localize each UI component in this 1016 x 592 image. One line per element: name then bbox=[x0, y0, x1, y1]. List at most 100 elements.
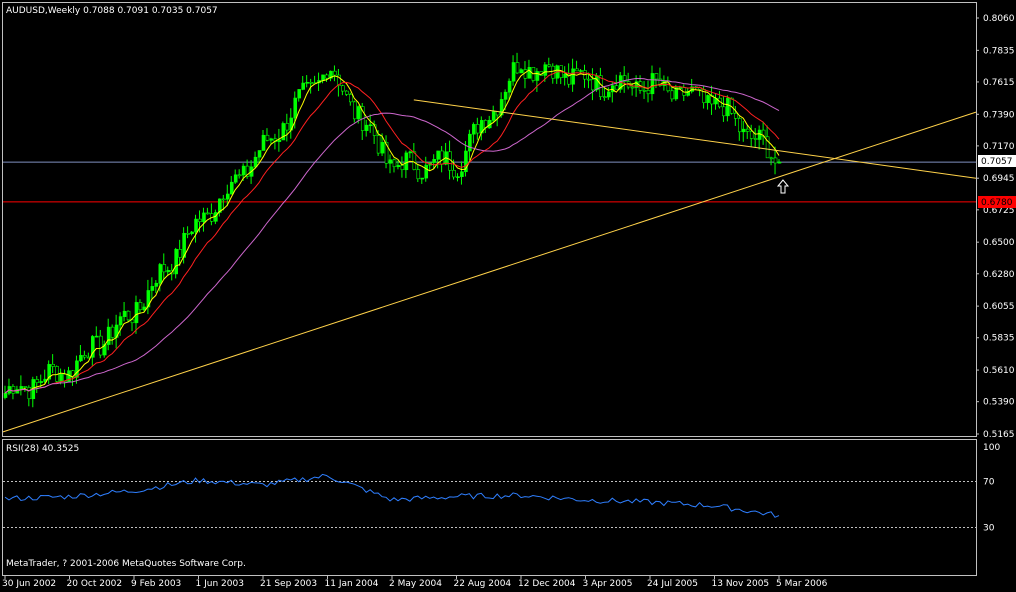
candle-body bbox=[356, 106, 361, 120]
x-tick-label: 1 Jun 2003 bbox=[196, 579, 244, 588]
moving-averages bbox=[4, 69, 780, 394]
x-tick-label: 13 Nov 2005 bbox=[712, 579, 770, 588]
rsi-panel-frame bbox=[2, 439, 977, 576]
y-tick-label: 0.7170 bbox=[983, 142, 1015, 152]
candle-body bbox=[646, 90, 651, 95]
candle-body bbox=[404, 152, 409, 171]
rsi-tick-label: 70 bbox=[983, 478, 995, 488]
candle-body bbox=[416, 169, 421, 180]
candle-body bbox=[83, 355, 87, 358]
x-tick-label: 9 Feb 2003 bbox=[131, 579, 181, 588]
y-tick-label: 0.7615 bbox=[983, 78, 1015, 88]
candle-body bbox=[515, 62, 520, 74]
candle-body bbox=[122, 310, 127, 317]
candle-body bbox=[670, 90, 675, 100]
candle-body bbox=[773, 157, 778, 164]
candle-body bbox=[341, 85, 345, 92]
candle-body bbox=[27, 387, 32, 400]
candle-body bbox=[265, 134, 270, 141]
candle-body bbox=[253, 156, 258, 168]
candle-body bbox=[106, 326, 111, 345]
candle-body bbox=[59, 373, 63, 382]
candle-body bbox=[345, 90, 349, 95]
candle-body bbox=[650, 73, 655, 95]
candle-body bbox=[745, 128, 750, 132]
candle-body bbox=[614, 85, 619, 90]
candle-body bbox=[118, 316, 123, 326]
candle-body bbox=[261, 134, 266, 151]
candle-body bbox=[726, 97, 730, 117]
candle-body bbox=[202, 212, 206, 223]
y-tick-label: 0.6055 bbox=[983, 302, 1015, 312]
candle-body bbox=[575, 68, 579, 72]
candle-body bbox=[305, 82, 309, 84]
candle-body bbox=[595, 75, 599, 91]
candle-body bbox=[349, 94, 353, 103]
candle-body bbox=[543, 64, 548, 76]
x-tick-label: 22 Aug 2004 bbox=[454, 579, 512, 588]
candle-body bbox=[571, 68, 575, 85]
candle-body bbox=[400, 165, 405, 171]
candle-body bbox=[301, 82, 305, 90]
support-trendline bbox=[2, 111, 977, 433]
candle-body bbox=[162, 264, 167, 273]
candle-body bbox=[535, 71, 540, 81]
y-tick-label: 0.5835 bbox=[983, 334, 1015, 344]
candle-body bbox=[229, 181, 234, 195]
x-tick-label: 20 Oct 2002 bbox=[67, 579, 123, 588]
candle-body bbox=[352, 101, 357, 120]
candle-body bbox=[456, 176, 460, 178]
candle-body bbox=[368, 124, 373, 127]
candle-body bbox=[769, 157, 774, 160]
y-tick-label: 0.8060 bbox=[983, 14, 1015, 24]
candle-body bbox=[678, 87, 683, 89]
candle-body bbox=[392, 159, 397, 168]
candle-body bbox=[178, 249, 182, 258]
candle-body bbox=[738, 118, 742, 133]
y-tick-label: 0.6280 bbox=[983, 270, 1015, 280]
candle-body bbox=[222, 198, 226, 201]
candle-body bbox=[734, 113, 738, 119]
candle-body bbox=[777, 161, 782, 164]
main-price-lines bbox=[3, 161, 976, 203]
candle-body bbox=[380, 142, 385, 154]
price-chart-svg[interactable]: 0.8060 0.7835 0.7615 0.7390 0.7170 0.6945 0.67… bbox=[0, 0, 1016, 589]
y-tick-label: 0.6500 bbox=[983, 238, 1015, 248]
candle-body bbox=[225, 193, 230, 200]
candle-body bbox=[547, 64, 552, 67]
main-chart-header: AUDUSD,Weekly 0.7088 0.7091 0.7035 0.705… bbox=[6, 6, 218, 16]
y-tick-label: 0.5390 bbox=[983, 398, 1015, 408]
candle-body bbox=[527, 67, 532, 79]
candle-body bbox=[519, 69, 524, 74]
rsi-line bbox=[4, 473, 780, 518]
chart-window: 0.8060 0.7835 0.7615 0.7390 0.7170 0.6945 0.67… bbox=[0, 0, 1016, 589]
ma-fast-line bbox=[4, 69, 780, 394]
candle-body bbox=[98, 335, 103, 356]
candle-body bbox=[436, 150, 440, 160]
rsi-tick-label: 100 bbox=[983, 443, 1000, 453]
candle-body bbox=[158, 264, 163, 284]
x-tick-label: 5 Mar 2006 bbox=[776, 579, 828, 588]
x-tick-label: 30 Jun 2002 bbox=[2, 579, 56, 588]
candle-body bbox=[186, 232, 190, 235]
candle-body bbox=[321, 74, 325, 81]
candle-body bbox=[491, 111, 496, 121]
candle-body bbox=[198, 218, 202, 223]
candle-body bbox=[476, 124, 480, 134]
y-tick-label: 0.7835 bbox=[983, 46, 1015, 56]
y-tick-label: 0.7390 bbox=[983, 110, 1015, 120]
x-tick-label: 21 Sep 2003 bbox=[260, 579, 317, 588]
candle-body bbox=[749, 131, 754, 139]
main-panel-frame bbox=[2, 2, 977, 437]
candle-body bbox=[452, 169, 456, 178]
candle-body bbox=[233, 174, 238, 183]
x-tick-label: 2 May 2004 bbox=[389, 579, 442, 588]
trendlines[interactable] bbox=[2, 99, 977, 433]
candle-body bbox=[285, 123, 290, 131]
candle-body bbox=[722, 106, 726, 117]
candle-body bbox=[432, 159, 436, 163]
candle-body bbox=[642, 90, 647, 92]
x-tick-label: 24 Jul 2005 bbox=[647, 579, 698, 588]
candle-body bbox=[440, 150, 444, 165]
candle-body bbox=[174, 249, 178, 275]
